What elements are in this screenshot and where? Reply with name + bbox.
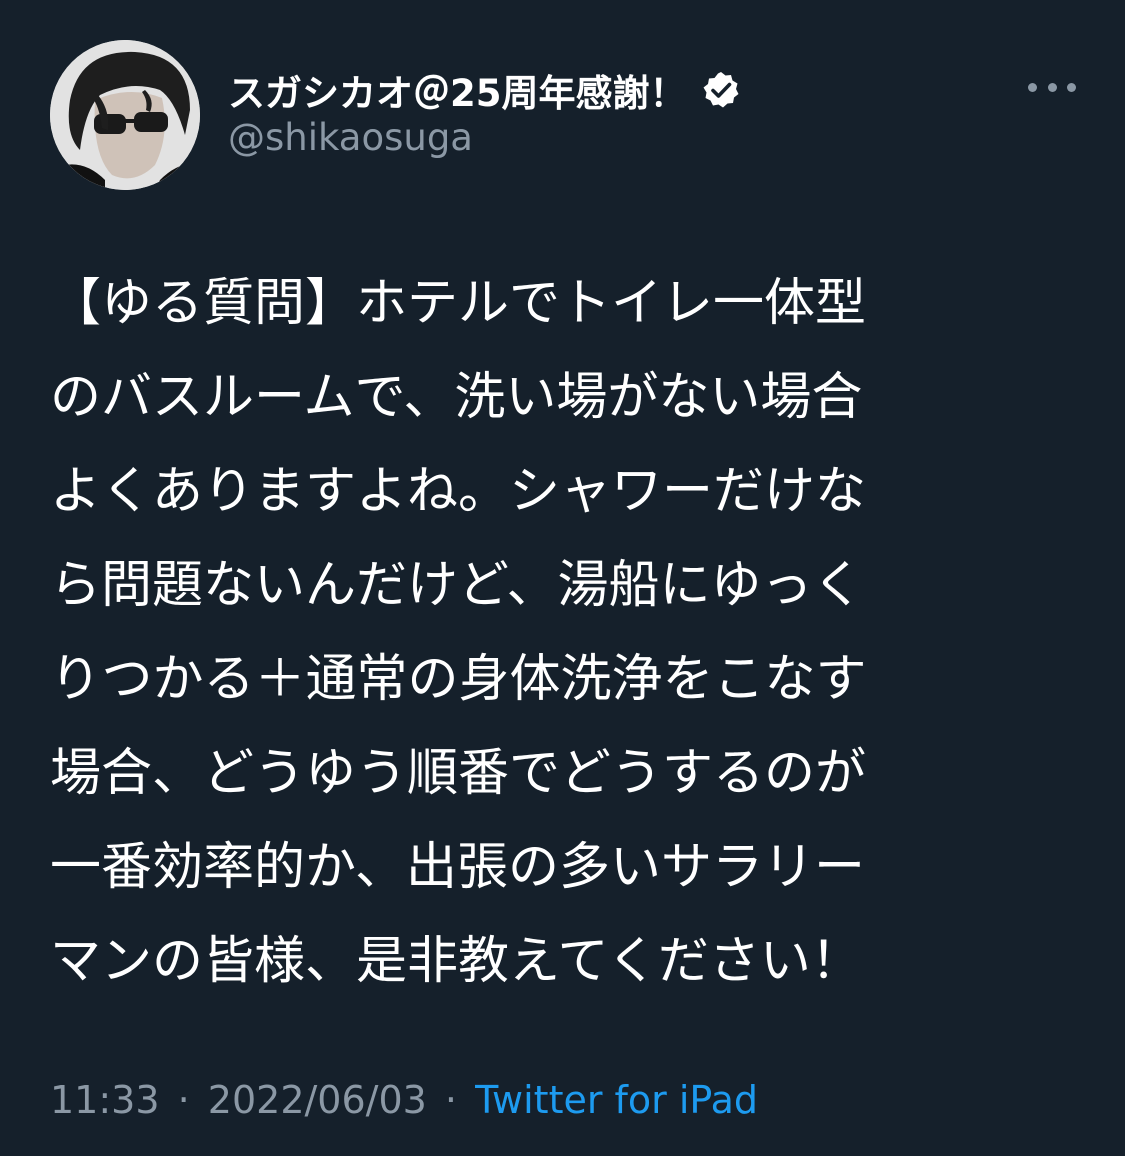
tweet-text-line: ら問題ないんだけど、湯船にゆっく bbox=[50, 556, 864, 615]
meta-separator: · bbox=[177, 1078, 190, 1122]
avatar-image bbox=[50, 40, 200, 190]
tweet-text-line: よくありますよね。シャワーだけな bbox=[50, 462, 867, 521]
tweet-text: 【ゆる質問】ホテルでトイレ一体型 のバスルームで、洗い場がない場合 よくあります… bbox=[50, 257, 1050, 1009]
tweet-text-line: のバスルームで、洗い場がない場合 bbox=[50, 368, 863, 427]
tweet-text-line: りつかる＋通常の身体洗浄をこなす bbox=[50, 650, 867, 709]
tweet-time[interactable]: 11:33 bbox=[50, 1078, 160, 1122]
avatar[interactable] bbox=[50, 40, 200, 190]
meta-separator: · bbox=[444, 1078, 458, 1122]
tweet-source-link[interactable]: Twitter for iPad bbox=[475, 1078, 758, 1122]
verified-badge-icon bbox=[701, 70, 741, 110]
tweet-text-line: 一番効率的か、出張の多いサラリー bbox=[50, 838, 865, 897]
tweet-meta: 11:33 · 2022/06/03 · Twitter for iPad bbox=[50, 1078, 758, 1122]
author-row: スガシカオ＠25周年感謝！ bbox=[228, 62, 741, 118]
more-options-icon[interactable] bbox=[1028, 74, 1076, 100]
tweet-date[interactable]: 2022/06/03 bbox=[208, 1078, 427, 1122]
more-dot bbox=[1067, 82, 1076, 92]
tweet-text-line: 場合、どうゆう順番でどうするのが bbox=[50, 744, 867, 803]
display-name[interactable]: スガシカオ＠25周年感謝！ bbox=[228, 63, 687, 117]
tweet-text-line: マンの皆様、是非教えてください！ bbox=[50, 932, 862, 991]
more-dot bbox=[1047, 82, 1057, 92]
tweet: スガシカオ＠25周年感謝！ @shikaosuga 【ゆる質問】ホテルでトイレ一… bbox=[0, 0, 1125, 1156]
tweet-text-line: 【ゆる質問】ホテルでトイレ一体型 bbox=[50, 274, 867, 333]
handle[interactable]: @shikaosuga bbox=[228, 116, 473, 159]
more-dot bbox=[1028, 82, 1037, 92]
